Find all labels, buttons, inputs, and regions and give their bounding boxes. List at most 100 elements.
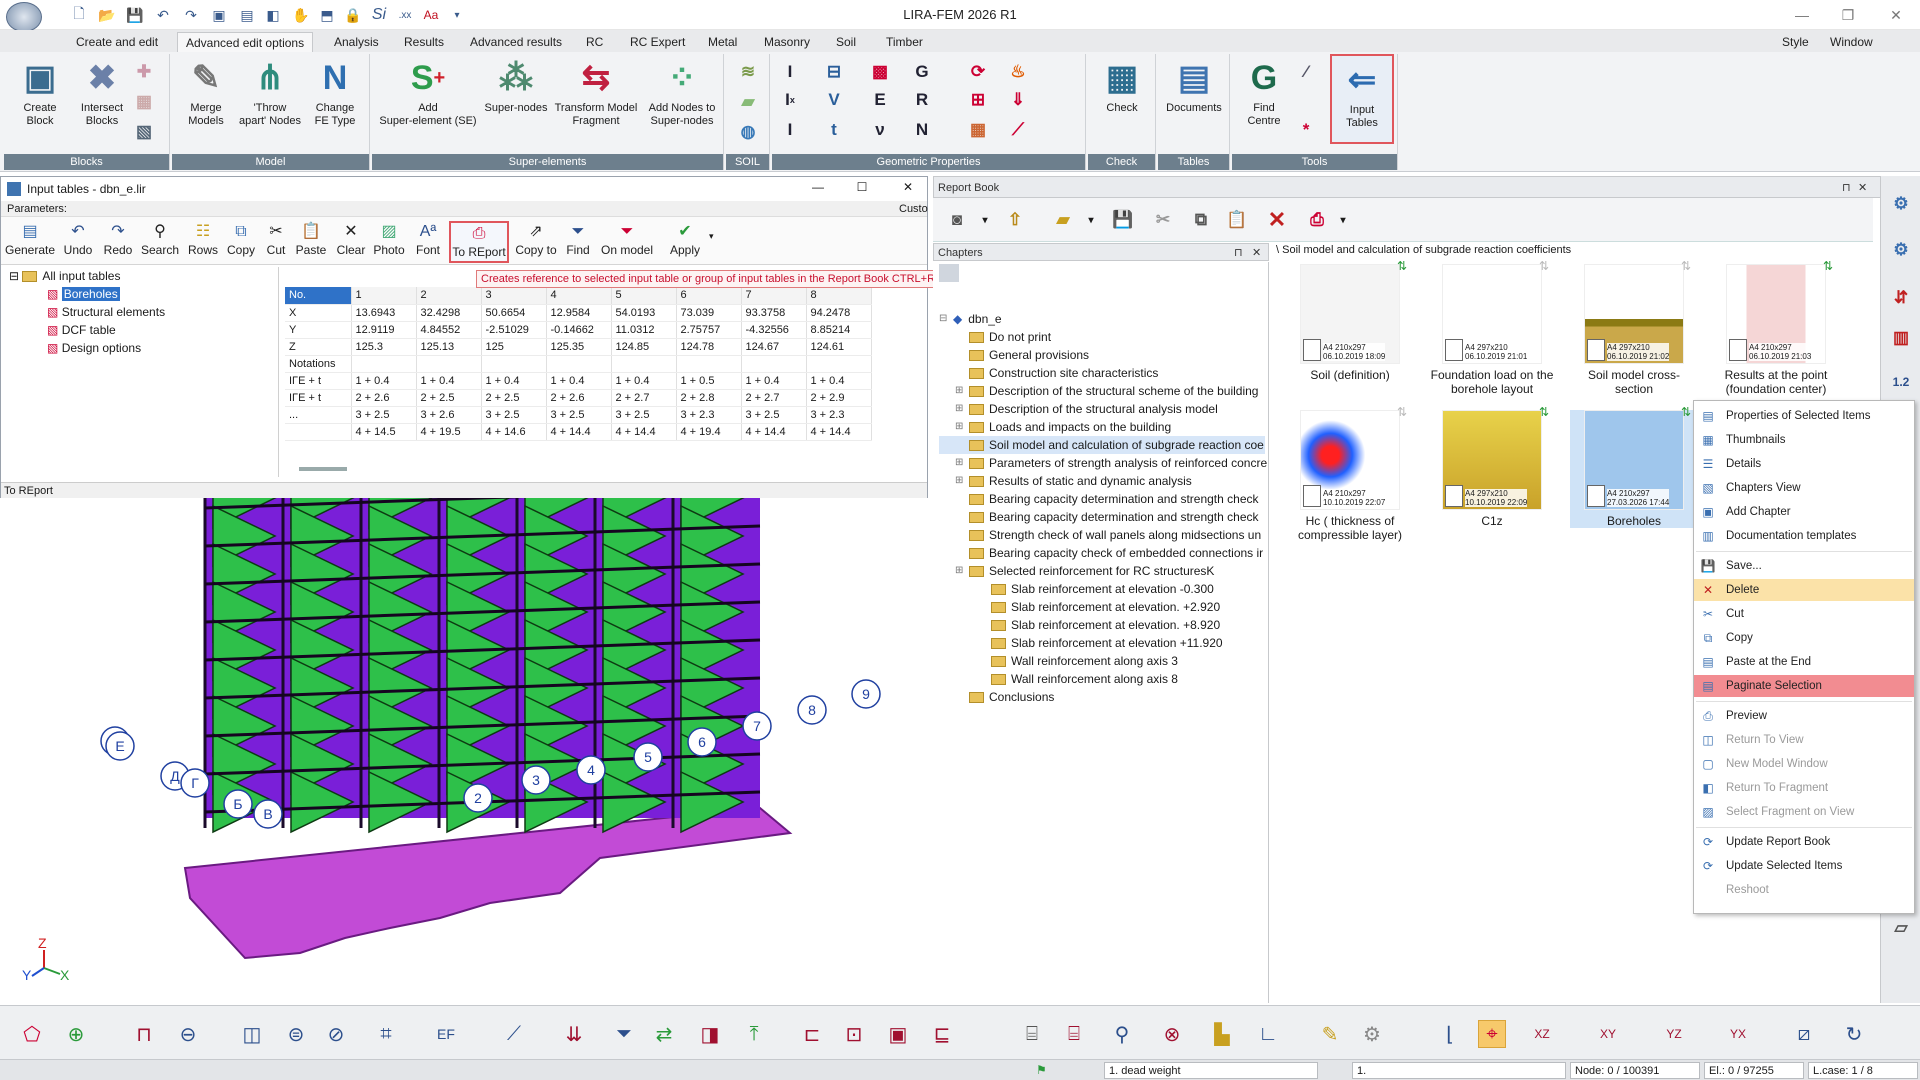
elastic-modulus-icon[interactable]: E <box>868 88 892 112</box>
chapter-item[interactable]: Do not print <box>939 328 1265 346</box>
tab-advanced-results[interactable]: Advanced results <box>462 32 570 52</box>
frame-3d-icon[interactable]: ⌸ <box>1018 1020 1046 1048</box>
refresh-icon[interactable]: ⇅ <box>1681 405 1691 419</box>
menu-item[interactable]: 💾 Save... <box>1694 555 1914 577</box>
ix-icon[interactable]: Ix <box>778 88 802 112</box>
data-cell[interactable] <box>676 355 742 373</box>
axes-icon[interactable]: ⌊ <box>1436 1020 1464 1048</box>
undo-button[interactable]: ↶ Undo <box>59 221 97 263</box>
save-report-icon[interactable]: 💾 <box>1111 208 1135 232</box>
menu-item[interactable]: ▤ Paginate Selection <box>1694 675 1914 697</box>
data-cell[interactable]: -4.32556 <box>741 321 807 339</box>
refresh-icon[interactable]: ⇅ <box>1823 259 1833 273</box>
photo-button[interactable]: ▨ Photo <box>371 221 407 263</box>
rigidity-icon[interactable]: V <box>822 88 846 112</box>
chapter-root[interactable]: ⊟ ◆ dbn_e <box>939 310 1265 328</box>
table-row[interactable]: Y 12.9119 4.84552 -2.51029 -0.14662 11.0312 2.… <box>285 321 872 339</box>
soil-layers-icon[interactable]: ≋ <box>736 60 760 84</box>
chapters-toolbar-icon[interactable] <box>939 264 959 282</box>
data-cell[interactable]: 32.4298 <box>416 304 482 322</box>
cut-report-icon[interactable]: ✂ <box>1151 208 1175 232</box>
paste-button[interactable]: 📋 Paste <box>293 221 329 263</box>
refresh-icon[interactable]: ⇅ <box>1397 405 1407 419</box>
rotate-view-icon[interactable]: ↻ <box>1840 1020 1868 1048</box>
menu-item[interactable]: ⎙ Preview <box>1694 705 1914 727</box>
create-block-button[interactable]: ▣ Create Block <box>8 58 72 128</box>
refresh-icon[interactable]: ⇅ <box>1539 405 1549 419</box>
pencil-icon[interactable]: ✎ <box>1316 1020 1344 1048</box>
redo-button[interactable]: ↷ Redo <box>99 221 137 263</box>
report-thumbnail[interactable]: A4 210x297 06.10.2019 18:09 ⇅ Soil (definit… <box>1286 259 1414 382</box>
data-cell[interactable]: 2 + 2.6 <box>351 389 417 407</box>
tab-create-and-edit[interactable]: Create and edit <box>68 32 166 52</box>
chapter-item[interactable]: Conclusions <box>939 688 1265 706</box>
table-row[interactable]: IΓE + t1 + 0.4 1 + 0.4 1 + 0.4 1 + 0.4 1 + 0… <box>285 372 872 390</box>
chapter-item[interactable]: Bearing capacity determination and stren… <box>939 490 1265 508</box>
data-cell[interactable]: 4 + 14.6 <box>481 423 547 441</box>
table-row[interactable]: Notations <box>285 355 872 373</box>
refresh-icon[interactable]: ⇅ <box>1397 259 1407 273</box>
data-cell[interactable]: 94.2478 <box>806 304 872 322</box>
beam-icon[interactable]: ⊞ <box>966 88 990 112</box>
data-cell[interactable]: 4 + 19.5 <box>416 423 482 441</box>
chapter-item[interactable]: ⊞ Parameters of strength analysis of rein… <box>939 454 1267 472</box>
refresh-icon[interactable]: ⇅ <box>1681 259 1691 273</box>
menu-item[interactable]: ⟳ Update Report Book <box>1694 831 1914 853</box>
data-cell[interactable]: 4.84552 <box>416 321 482 339</box>
fire-icon[interactable]: ♨ <box>1006 60 1030 84</box>
diagonal-icon[interactable]: ⟋ <box>1006 118 1030 142</box>
style-menu[interactable]: Style <box>1774 32 1817 52</box>
tab-advanced-edit-options[interactable]: Advanced edit options <box>177 32 314 52</box>
data-cell[interactable] <box>806 355 872 373</box>
dropdown-icon[interactable]: ▾ <box>973 208 997 232</box>
select-region-icon[interactable]: ⬠ <box>18 1020 46 1048</box>
menu-item[interactable]: ▤ Paste at the End <box>1694 651 1914 673</box>
data-cell[interactable]: 2 + 2.7 <box>741 389 807 407</box>
super-nodes-button[interactable]: ⁂ Super-nodes <box>478 58 554 115</box>
data-cell[interactable]: 3 + 2.5 <box>611 406 677 424</box>
data-cell[interactable]: 3 + 2.3 <box>676 406 742 424</box>
menu-item[interactable]: ▨ Select Fragment on View <box>1694 801 1914 823</box>
custom-field[interactable]: Custo <box>899 201 928 217</box>
dimension-icon[interactable]: ∟ <box>1254 1020 1282 1048</box>
expand-icon[interactable]: ⊞ <box>955 400 969 418</box>
data-cell[interactable]: -2.51029 <box>481 321 547 339</box>
chapters-tree[interactable]: ⊟ ◆ dbn_e Do not print General provisions Con… <box>933 262 1269 1003</box>
chapter-item[interactable]: General provisions <box>939 346 1265 364</box>
menu-item[interactable]: ⧉ Copy <box>1694 627 1914 649</box>
delete-report-icon[interactable]: ✕ <box>1265 207 1289 232</box>
data-cell[interactable]: 125 <box>481 338 547 356</box>
refresh-icon[interactable]: ⇅ <box>1539 259 1549 273</box>
tab-masonry[interactable]: Masonry <box>756 32 818 52</box>
menu-item[interactable]: ◫ Return To View <box>1694 729 1914 751</box>
element-type-icon[interactable]: ⊏ <box>798 1020 826 1048</box>
menu-item[interactable]: ▤ Properties of Selected Items <box>1694 405 1914 427</box>
table-row[interactable]: Z 125.3 125.13 125 125.35 124.85 124.78 124.67 1… <box>285 338 872 356</box>
node-icon[interactable]: ⊕ <box>62 1020 90 1048</box>
apply-dropdown-icon[interactable]: ▾ <box>709 231 714 242</box>
data-cell[interactable] <box>481 355 547 373</box>
poisson-ratio-icon[interactable]: ν <box>868 118 892 142</box>
generate-button[interactable]: ▤ Generate <box>5 221 55 263</box>
chapter-item[interactable]: ⊞ Description of the structural analysis … <box>939 400 1265 418</box>
block-delete-icon[interactable]: ▧ <box>132 120 156 144</box>
data-cell[interactable] <box>741 355 807 373</box>
column-icon[interactable]: ◫ <box>238 1020 266 1048</box>
data-cell[interactable]: 1 + 0.4 <box>806 372 872 390</box>
report-thumbnail[interactable]: A4 297x210 06.10.2019 21:02 ⇅ Soil model cr… <box>1570 259 1698 396</box>
data-cell[interactable]: 3 + 2.6 <box>416 406 482 424</box>
tree-item-design-options[interactable]: ▧ Design options <box>3 339 278 357</box>
intersect-blocks-button[interactable]: ✖ Intersect Blocks <box>72 58 132 128</box>
copy-report-icon[interactable]: ⧉ <box>1189 208 1213 232</box>
shear-stiffness-icon[interactable]: ⁄ <box>1294 60 1318 84</box>
clear-button[interactable]: ✕ Clear <box>333 221 369 263</box>
tree-root[interactable]: ⊟ All input tables <box>3 267 278 285</box>
transform-model-fragment-button[interactable]: ⇆ Transform Model Fragment <box>550 58 642 128</box>
ratio-icon[interactable]: 1.2 <box>1889 370 1913 394</box>
fe-icon[interactable]: EF <box>432 1020 460 1048</box>
marker-icon[interactable]: ⤒ <box>740 1020 768 1048</box>
add-super-element-button[interactable]: S + Add Super-element (SE) <box>376 58 480 128</box>
data-cell[interactable]: 12.9119 <box>351 321 417 339</box>
data-cell[interactable]: 54.0193 <box>611 304 677 322</box>
report-thumbnail[interactable]: A4 297x210 06.10.2019 21:01 ⇅ Foundation lo… <box>1428 259 1556 396</box>
